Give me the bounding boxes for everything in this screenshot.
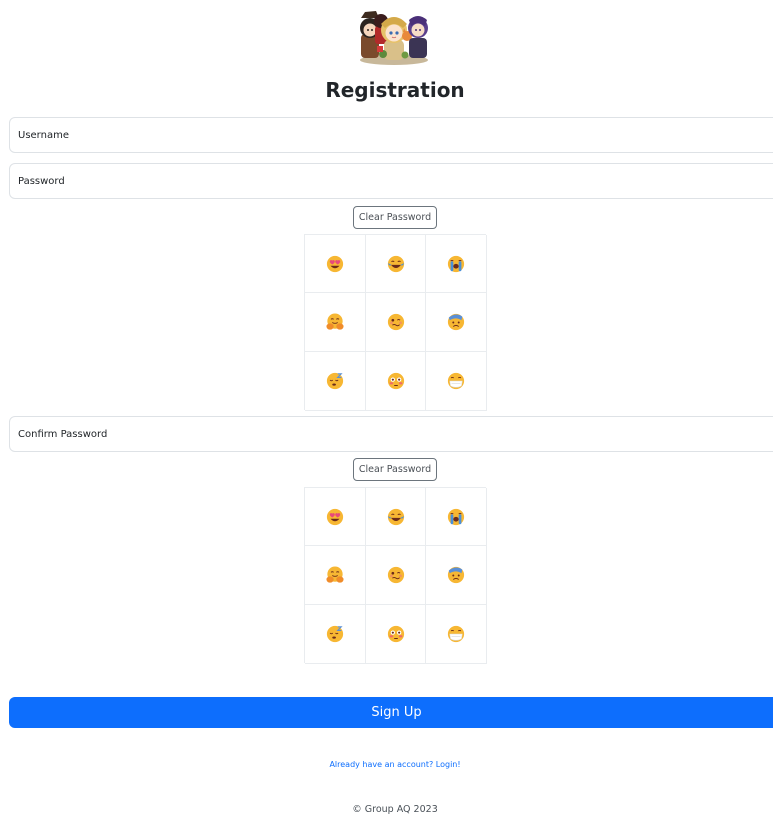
emoji-key[interactable] (426, 235, 487, 293)
sign-up-button[interactable]: Sign Up (9, 697, 773, 728)
emoji-key[interactable] (366, 488, 426, 546)
face-with-bandage-icon (447, 566, 465, 584)
password-emoji-grid (304, 234, 487, 411)
flushed-face-icon (387, 372, 404, 390)
emoji-key[interactable] (305, 235, 366, 293)
clear-password-button[interactable]: Clear Password (353, 206, 437, 229)
face-with-medical-mask-icon (447, 372, 465, 390)
login-link[interactable]: Already have an account? Login! (0, 760, 773, 769)
group-logo-icon (360, 11, 428, 65)
flushed-face-icon (387, 625, 404, 643)
emoji-key[interactable] (305, 352, 366, 411)
registration-page: Registration Clear Password (0, 0, 773, 818)
sleeping-face-icon (326, 372, 344, 390)
emoji-key[interactable] (366, 352, 426, 411)
smiling-face-with-heart-eyes-icon (326, 508, 344, 525)
emoji-key[interactable] (305, 605, 366, 664)
emoji-key[interactable] (366, 293, 426, 352)
emoji-key[interactable] (305, 546, 366, 605)
face-with-bandage-icon (447, 313, 465, 331)
face-with-tears-of-joy-icon (387, 255, 404, 272)
smiling-face-with-heart-eyes-icon (326, 255, 344, 272)
sleeping-face-icon (326, 625, 344, 643)
loudly-crying-face-icon (447, 508, 465, 525)
emoji-key[interactable] (426, 352, 487, 411)
emoji-key[interactable] (426, 488, 487, 546)
password-input[interactable] (9, 163, 773, 199)
emoji-key[interactable] (305, 293, 366, 352)
emoji-key[interactable] (366, 546, 426, 605)
emoji-key[interactable] (426, 546, 487, 605)
username-input[interactable] (9, 117, 773, 153)
emoji-key[interactable] (426, 293, 487, 352)
emoji-key[interactable] (366, 605, 426, 664)
confirm-password-input[interactable] (9, 416, 773, 452)
loudly-crying-face-icon (447, 255, 465, 272)
emoji-key[interactable] (426, 605, 487, 664)
woozy-face-icon (387, 313, 404, 331)
clear-confirm-password-button[interactable]: Clear Password (353, 458, 437, 481)
woozy-face-icon (387, 566, 404, 584)
smiling-face-with-open-hands-icon (326, 566, 344, 583)
page-title: Registration (325, 78, 465, 102)
smiling-face-with-open-hands-icon (326, 313, 344, 330)
confirm-password-emoji-grid (304, 487, 487, 664)
footer-copyright: © Group AQ 2023 (352, 804, 438, 815)
emoji-key[interactable] (305, 488, 366, 546)
face-with-tears-of-joy-icon (387, 508, 404, 525)
emoji-key[interactable] (366, 235, 426, 293)
face-with-medical-mask-icon (447, 625, 465, 643)
